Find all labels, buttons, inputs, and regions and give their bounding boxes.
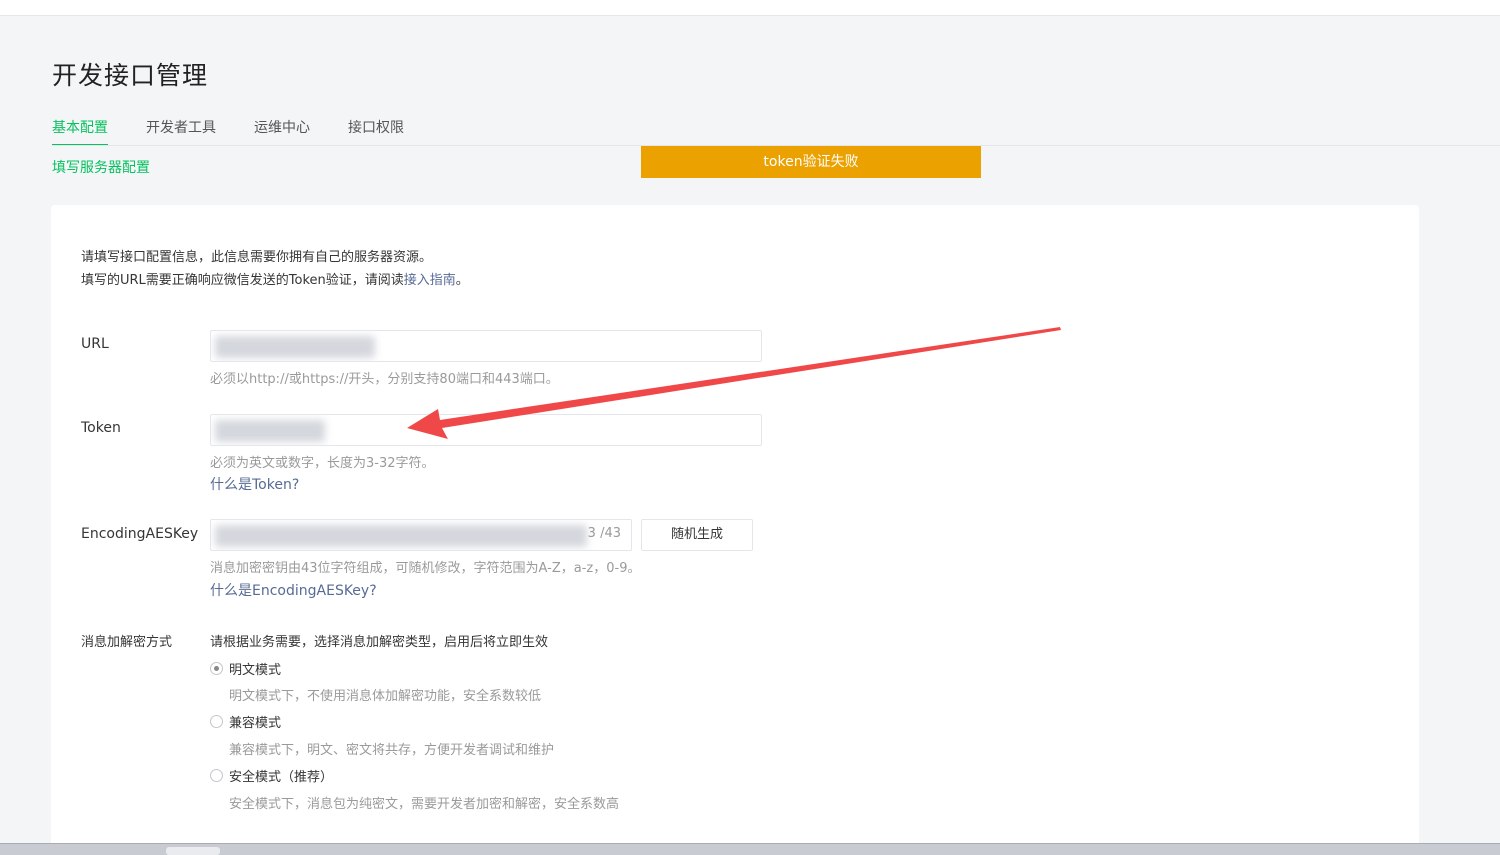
access-guide-link[interactable]: 接入指南	[404, 273, 456, 288]
token-label: Token	[81, 420, 121, 436]
intro-line-2-suffix: 。	[455, 273, 469, 288]
what-is-token-link[interactable]: 什么是Token?	[210, 474, 299, 494]
top-bar	[0, 0, 1500, 16]
aeskey-char-counter: 3 /43	[587, 526, 621, 541]
radio-button-checked[interactable]	[210, 662, 223, 675]
what-is-aeskey-link[interactable]: 什么是EncodingAESKey?	[210, 580, 377, 600]
url-hint: 必须以http://或https://开头，分别支持80端口和443端口。	[210, 372, 559, 387]
horizontal-scrollbar[interactable]	[0, 843, 1500, 855]
radio-button[interactable]	[210, 715, 223, 728]
intro-text: 请填写接口配置信息，此信息需要你拥有自己的服务器资源。 填写的URL需要正确响应…	[81, 246, 469, 292]
radio-label: 明文模式	[229, 663, 282, 678]
radio-secure[interactable]: 安全模式（推荐）	[210, 766, 333, 785]
radio-desc: 兼容模式下，明文、密文将共存，方便开发者调试和维护	[229, 743, 555, 758]
encryption-label: 消息加解密方式	[81, 635, 173, 650]
radio-desc: 安全模式下，消息包为纯密文，需要开发者加密和解密，安全系数高	[229, 797, 620, 812]
breadcrumb: 填写服务器配置	[52, 160, 150, 176]
radio-button[interactable]	[210, 769, 223, 782]
intro-line-1: 请填写接口配置信息，此信息需要你拥有自己的服务器资源。	[81, 250, 433, 265]
intro-line-2: 填写的URL需要正确响应微信发送的Token验证，请阅读接入指南。	[81, 269, 469, 292]
radio-compatible[interactable]: 兼容模式	[210, 712, 281, 731]
aeskey-hint: 消息加密密钥由43位字符组成，可随机修改，字符范围为A-Z，a-z，0-9。	[210, 561, 641, 576]
intro-line-2-prefix: 填写的URL需要正确响应微信发送的Token验证，请阅读	[81, 273, 404, 288]
url-input[interactable]	[210, 330, 762, 362]
token-input[interactable]	[210, 414, 762, 446]
tab-ops-center[interactable]: 运维中心	[254, 118, 310, 146]
tab-api-permissions[interactable]: 接口权限	[348, 118, 404, 146]
redacted-value	[215, 336, 375, 358]
encryption-hint: 请根据业务需要，选择消息加解密类型，启用后将立即生效	[210, 635, 549, 650]
redacted-value	[215, 525, 587, 547]
aeskey-label: EncodingAESKey	[81, 526, 199, 542]
token-hint: 必须为英文或数字，长度为3-32字符。	[210, 456, 435, 471]
error-toast: token验证失败	[641, 146, 981, 178]
tab-developer-tools[interactable]: 开发者工具	[146, 118, 216, 146]
page-title: 开发接口管理	[52, 61, 209, 90]
aeskey-input[interactable]: 3 /43	[210, 519, 632, 551]
scrollbar-thumb[interactable]	[166, 847, 220, 855]
random-generate-button[interactable]: 随机生成	[641, 519, 753, 551]
radio-plaintext[interactable]: 明文模式	[210, 659, 281, 678]
tab-bar: 基本配置 开发者工具 运维中心 接口权限	[52, 118, 442, 146]
redacted-value	[215, 420, 325, 442]
radio-label: 兼容模式	[229, 716, 282, 731]
url-label: URL	[81, 336, 109, 352]
radio-desc: 明文模式下，不使用消息体加解密功能，安全系数较低	[229, 689, 542, 704]
radio-label: 安全模式（推荐）	[229, 770, 334, 785]
tab-basic-config[interactable]: 基本配置	[52, 118, 108, 146]
